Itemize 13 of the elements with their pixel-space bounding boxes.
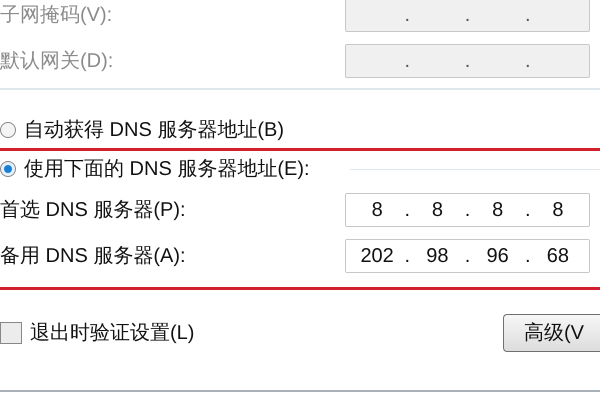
radio-button[interactable] — [0, 122, 16, 138]
radio-button[interactable] — [0, 161, 16, 177]
field-label: 首选 DNS 服务器(P): — [0, 198, 187, 223]
ip-address-field[interactable]: 8 . 8 . 8 . 8 — [345, 193, 590, 227]
field-label: 备用 DNS 服务器(A): — [0, 244, 187, 269]
radio-label[interactable]: 使用下面的 DNS 服务器地址(E): — [24, 154, 310, 184]
field-label: 子网掩码(V): — [0, 3, 114, 28]
checkbox[interactable] — [0, 322, 22, 344]
advanced-button[interactable]: 高级(V — [503, 314, 600, 352]
ip-address-field[interactable]: 202 . 98 . 96 . 68 — [345, 239, 590, 273]
field-label: 默认网关(D): — [0, 49, 114, 74]
checkbox-label[interactable]: 退出时验证设置(L) — [30, 318, 194, 348]
radio-label[interactable]: 自动获得 DNS 服务器地址(B) — [24, 115, 284, 145]
